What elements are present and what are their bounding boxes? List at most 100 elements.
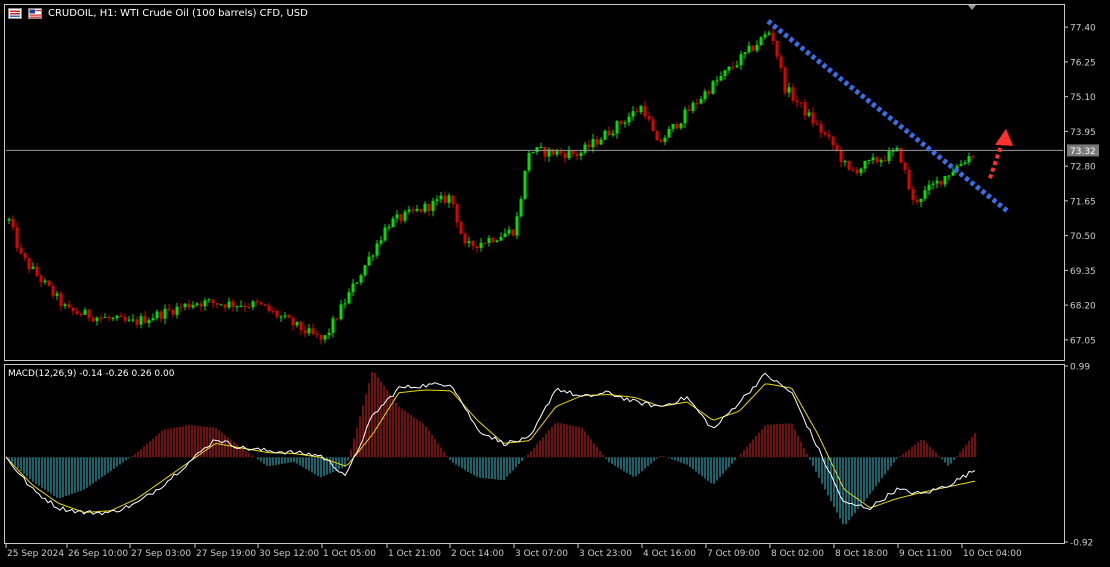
- candle-body: [503, 233, 507, 237]
- candle-body: [795, 100, 799, 103]
- candle-body: [335, 318, 339, 320]
- candle-body: [619, 121, 623, 124]
- candle-body: [791, 87, 795, 101]
- candle-body: [27, 258, 31, 269]
- candle-body: [75, 311, 79, 314]
- candle-body: [563, 153, 567, 159]
- candle-body: [127, 319, 131, 321]
- price-tick-label: 71.65: [1070, 197, 1096, 207]
- candle-body: [471, 241, 475, 247]
- candle-body: [155, 311, 159, 319]
- candle-body: [871, 157, 875, 161]
- candle-body: [847, 160, 851, 170]
- chart-type-icon[interactable]: [8, 8, 22, 19]
- candle-body: [679, 123, 683, 129]
- price-tick-label: 75.10: [1070, 93, 1096, 103]
- candle-body: [855, 169, 859, 174]
- candle-body: [747, 45, 751, 53]
- macd-label: MACD(12,26,9) -0.14 -0.26 0.26 0.00: [8, 369, 175, 379]
- candle-body: [251, 301, 255, 308]
- candle-body: [459, 222, 463, 235]
- candle-body: [507, 229, 511, 234]
- candle-body: [703, 91, 707, 100]
- candle-body: [435, 199, 439, 201]
- candle-body: [231, 301, 235, 307]
- candle-body: [875, 157, 879, 163]
- candle-body: [43, 280, 47, 283]
- candle-body: [859, 168, 863, 174]
- candle-body: [107, 317, 111, 319]
- candle-body: [483, 242, 487, 244]
- time-tick-label: 7 Oct 09:00: [707, 549, 760, 559]
- candle-body: [363, 265, 367, 276]
- candle-body: [675, 123, 679, 129]
- time-tick-label: 9 Oct 11:00: [899, 549, 952, 559]
- time-tick-label: 10 Oct 04:00: [963, 549, 1022, 559]
- candle-body: [83, 309, 87, 315]
- candle-body: [415, 208, 419, 211]
- candle-body: [263, 304, 267, 306]
- candle-body: [247, 307, 251, 309]
- candle-body: [391, 218, 395, 228]
- time-tick-label: 1 Oct 21:00: [388, 549, 441, 559]
- flag-icon[interactable]: [28, 8, 42, 19]
- candle-body: [515, 216, 519, 236]
- candle-body: [707, 91, 711, 94]
- candle-body: [759, 37, 763, 45]
- price-tick-label: 69.35: [1070, 267, 1096, 277]
- candle-body: [135, 319, 139, 325]
- candle-body: [631, 111, 635, 117]
- candle-body: [879, 160, 883, 163]
- price-tick-label: 77.40: [1070, 24, 1096, 34]
- candle-body: [787, 87, 791, 93]
- candle-body: [139, 316, 143, 325]
- candle-body: [635, 111, 639, 113]
- candle-body: [767, 32, 771, 35]
- candle-body: [739, 54, 743, 66]
- candle-body: [111, 318, 115, 320]
- candle-body: [627, 116, 631, 123]
- candle-body: [303, 330, 307, 334]
- candle-body: [271, 310, 275, 312]
- candle-body: [555, 151, 559, 155]
- candle-body: [287, 315, 291, 319]
- candle-body: [255, 301, 259, 303]
- candle-body: [451, 195, 455, 205]
- candle-body: [147, 320, 151, 324]
- time-tick-label: 4 Oct 16:00: [643, 549, 696, 559]
- candle-body: [715, 80, 719, 82]
- candle-body: [647, 116, 651, 120]
- macd-tick-label: -0.92: [1070, 539, 1093, 549]
- candle-body: [687, 109, 691, 112]
- candle-body: [903, 162, 907, 170]
- candle-body: [623, 122, 627, 124]
- candle-body: [195, 303, 199, 305]
- chart-canvas[interactable]: 77.40 76.25 75.10 73.95 72.80 71.65 70.50 69.35…: [0, 0, 1110, 567]
- time-tick-label: 26 Sep 10:00: [68, 549, 128, 559]
- candle-body: [567, 150, 571, 159]
- time-tick-label: 8 Oct 02:00: [771, 549, 824, 559]
- candle-body: [943, 176, 947, 185]
- candle-body: [951, 171, 955, 176]
- candle-body: [259, 302, 263, 305]
- candle-body: [615, 121, 619, 134]
- price-tick-label: 72.80: [1070, 163, 1096, 173]
- candle-body: [663, 137, 667, 142]
- candle-body: [611, 133, 615, 136]
- candle-body: [211, 299, 215, 304]
- candle-body: [519, 198, 523, 217]
- candle-body: [55, 293, 59, 296]
- candle-body: [143, 316, 147, 324]
- candle-body: [691, 102, 695, 112]
- candle-body: [331, 318, 335, 333]
- candle-body: [607, 130, 611, 136]
- candle-body: [223, 304, 227, 308]
- candle-body: [819, 124, 823, 133]
- candle-body: [215, 303, 219, 305]
- candle-body: [823, 132, 827, 135]
- price-tick-label: 70.50: [1070, 232, 1096, 242]
- candle-body: [399, 214, 403, 221]
- candle-body: [207, 299, 211, 301]
- candle-body: [439, 195, 443, 200]
- candle-body: [595, 139, 599, 145]
